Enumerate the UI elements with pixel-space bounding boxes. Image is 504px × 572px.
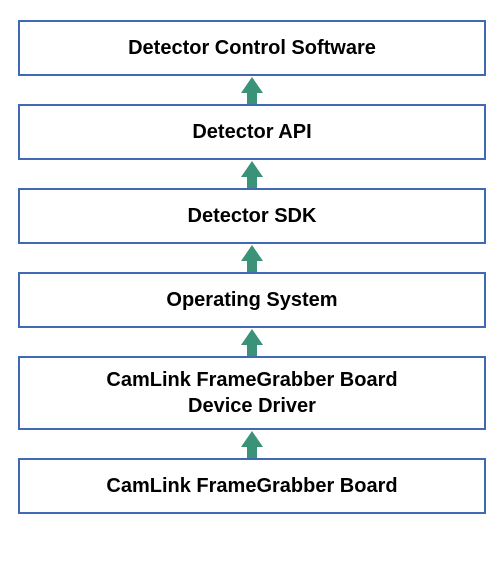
layer-detector-api: Detector API xyxy=(18,104,486,160)
layer-label: CamLink FrameGrabber Board xyxy=(106,473,397,499)
layer-label: Detector Control Software xyxy=(128,35,376,61)
layer-detector-control-software: Detector Control Software xyxy=(18,20,486,76)
layer-operating-system: Operating System xyxy=(18,272,486,328)
layer-label: Detector SDK xyxy=(188,203,317,229)
software-stack-diagram: Detector Control Software Detector API D… xyxy=(0,0,504,572)
layer-label: CamLink FrameGrabber BoardDevice Driver xyxy=(106,367,397,419)
layer-camlink-device-driver: CamLink FrameGrabber BoardDevice Driver xyxy=(18,356,486,430)
arrow-connector xyxy=(18,328,486,356)
arrow-connector xyxy=(18,244,486,272)
arrow-connector xyxy=(18,76,486,104)
layer-label: Detector API xyxy=(192,119,311,145)
layer-camlink-board: CamLink FrameGrabber Board xyxy=(18,458,486,514)
layer-detector-sdk: Detector SDK xyxy=(18,188,486,244)
layer-label: Operating System xyxy=(166,287,337,313)
arrow-connector xyxy=(18,160,486,188)
arrow-connector xyxy=(18,430,486,458)
